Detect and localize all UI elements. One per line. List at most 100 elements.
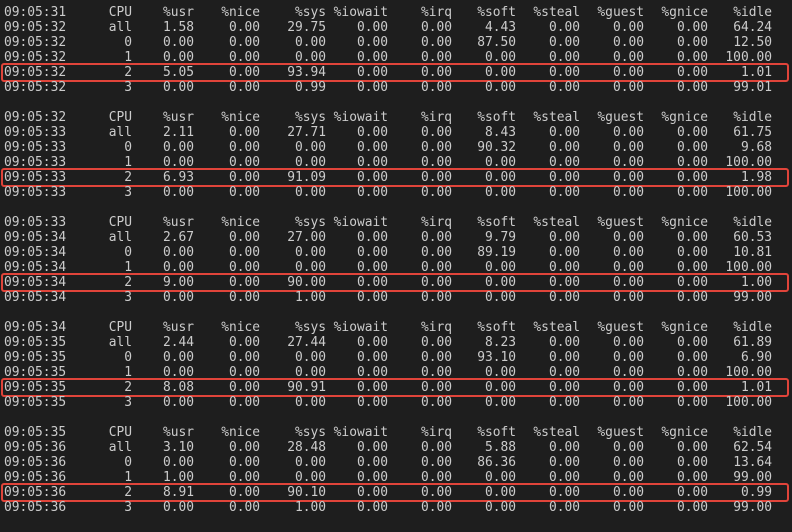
data-row-cell: 61.75 [733,125,772,140]
data-row-cell: 0.00 [612,365,644,380]
data-row: 09:05:34 all 2.67 0.00 27.00 0.00 0.00 9.79 0.00… [0,230,792,245]
header-row: 09:05:34 CPU %usr %nice %sys %iowait %irq %soft… [0,320,792,335]
data-row-cell: 09:05:36 [4,500,67,515]
data-row-cell: 0.00 [162,35,194,50]
data-row-cell: 0.00 [162,260,194,275]
data-row-cell: 0.00 [676,470,708,485]
data-row-cell: 0.00 [356,50,388,65]
data-row-cell: all [108,440,132,455]
data-row-cell: 0.00 [294,260,326,275]
data-row-cell: 0.00 [676,140,708,155]
data-row-cell: 0.00 [420,500,452,515]
data-row-cell: 90.91 [287,380,326,395]
data-row-cell: 0.00 [420,65,452,80]
data-row-cell: 09:05:34 [4,245,67,260]
data-row-cell: 0.00 [228,35,260,50]
data-row-cell: 0.00 [612,335,644,350]
data-row-cell: 100.00 [725,155,772,170]
data-row-cell: 1 [124,50,132,65]
data-row-cell: 0.00 [548,485,580,500]
data-row: 09:05:34 0 0.00 0.00 0.00 0.00 0.00 89.19 0.00 0.… [0,245,792,260]
header-row-cell: %sys [294,5,326,20]
data-row-cell: 09:05:36 [4,485,67,500]
data-row-cell: 09:05:33 [4,185,67,200]
data-row-cell: 0.00 [420,155,452,170]
data-row-cell: 0.00 [548,260,580,275]
data-row-cell: 0.00 [548,140,580,155]
data-row-cell: 0.00 [484,185,516,200]
data-row-cell: 28.48 [287,440,326,455]
data-row-cell: 0.00 [420,440,452,455]
data-row-cell: 0.00 [548,275,580,290]
data-row: 09:05:36 0 0.00 0.00 0.00 0.00 0.00 86.36 0.00 0.… [0,455,792,470]
header-row-cell: %guest [597,5,644,20]
data-row-cell: 0.00 [228,155,260,170]
data-row-cell: 0.00 [420,260,452,275]
data-row-cell: 0.00 [676,170,708,185]
data-row-cell: 0.00 [420,140,452,155]
data-row-cell: 0.00 [162,500,194,515]
data-row-cell: 0.00 [162,455,194,470]
data-row-cell: 0.00 [676,335,708,350]
data-row-cell: 3 [124,80,132,95]
data-row-cell: 0.00 [676,275,708,290]
data-row-cell: 10.81 [733,245,772,260]
data-row-cell: 0.00 [228,365,260,380]
data-row-cell: 0.00 [548,335,580,350]
data-row-cell: 9.68 [740,140,772,155]
data-row-cell: 0.00 [420,35,452,50]
data-row-cell: 0.00 [484,65,516,80]
data-row-cell: 0.00 [228,275,260,290]
data-row-cell: 2 [124,485,132,500]
data-row-cell: 0.00 [548,350,580,365]
data-row-cell: 2.11 [162,125,194,140]
data-row-cell: 29.75 [287,20,326,35]
mpstat-block: 09:05:31 CPU %usr %nice %sys %iowait %irq %soft… [0,5,792,95]
data-row-cell: 0.00 [420,365,452,380]
header-row: 09:05:31 CPU %usr %nice %sys %iowait %irq %soft… [0,5,792,20]
data-row-cell: 0.00 [612,455,644,470]
header-row-cell: %iowait [333,215,388,230]
data-row-cell: 09:05:35 [4,365,67,380]
data-row-cell: 1 [124,155,132,170]
data-row-cell: 0.00 [356,395,388,410]
data-row-cell: 09:05:34 [4,290,67,305]
data-row-cell: 0.00 [484,155,516,170]
header-row-cell: %sys [294,110,326,125]
data-row-cell: 0.00 [548,455,580,470]
data-row-cell: 0.00 [162,245,194,260]
header-row-cell: %nice [221,320,260,335]
data-row-cell: 0.00 [612,275,644,290]
mpstat-block: 09:05:35 CPU %usr %nice %sys %iowait %irq %soft… [0,425,792,515]
data-row-cell: 0.00 [228,20,260,35]
data-row-cell: 0.00 [356,350,388,365]
data-row-cell: 0.00 [294,155,326,170]
data-row-cell: 89.19 [477,245,516,260]
data-row-cell: 0.00 [612,20,644,35]
header-row-cell: %usr [162,215,194,230]
data-row-cell: 0.00 [676,380,708,395]
data-row-cell: 4.43 [484,20,516,35]
data-row-cell: 0.00 [484,80,516,95]
header-row-cell: %sys [294,320,326,335]
data-row-cell: 100.00 [725,365,772,380]
data-row: 09:05:33 2 6.93 0.00 91.09 0.00 0.00 0.00 0.00 0.… [0,168,792,187]
data-row-cell: 0.00 [294,365,326,380]
data-row-cell: 2.44 [162,335,194,350]
data-row-cell: 3 [124,395,132,410]
data-row-cell: 0.00 [484,260,516,275]
data-row-cell: 0.00 [162,350,194,365]
data-row-cell: 0.00 [162,395,194,410]
data-row-cell: 8.91 [162,485,194,500]
data-row-cell: 09:05:33 [4,125,67,140]
data-row-cell: 0.00 [228,50,260,65]
data-row-cell: 0.00 [676,230,708,245]
header-row-cell: %nice [221,5,260,20]
data-row-cell: 100.00 [725,260,772,275]
data-row-cell: 0.00 [612,155,644,170]
data-row-cell: 62.54 [733,440,772,455]
data-row: 09:05:32 all 1.58 0.00 29.75 0.00 0.00 4.43 0.00… [0,20,792,35]
data-row-cell: 27.44 [287,335,326,350]
data-row: 09:05:33 1 0.00 0.00 0.00 0.00 0.00 0.00 0.00 0.0… [0,155,792,170]
data-row-cell: 0.00 [612,170,644,185]
